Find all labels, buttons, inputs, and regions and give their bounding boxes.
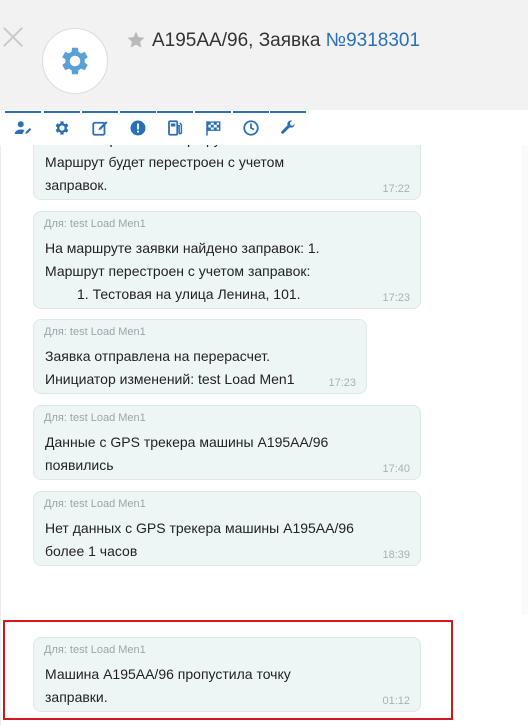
scrollbar[interactable] <box>522 145 528 615</box>
wrench-icon <box>281 120 295 134</box>
tab-edit-overlay[interactable] <box>82 111 118 143</box>
message-author: Для: test Load Men1 <box>44 498 146 510</box>
message-text: Заявка отправлена на перерасчет. Инициат… <box>45 348 295 387</box>
alert-icon <box>130 120 146 136</box>
message-text: Нет данных с GPS трекера машины А195АА/9… <box>45 520 354 559</box>
message-author: Для: test Load Men1 <box>44 326 146 338</box>
message-time: 17:23 <box>328 377 356 389</box>
close-icon[interactable] <box>0 24 26 50</box>
message-time: 17:22 <box>382 183 410 195</box>
tab-user-edit-overlay[interactable] <box>5 111 41 143</box>
tab-settings-overlay[interactable] <box>44 111 80 143</box>
avatar <box>42 28 108 94</box>
clock-icon <box>243 120 259 136</box>
tab-alerts-overlay[interactable] <box>120 111 156 143</box>
list-item: Для: test Load Men1 Заявка отправлена на… <box>33 319 367 394</box>
title-plate: А195АА/96, Заявка <box>152 30 321 51</box>
list-item: Для: test Load Men1 На маршруте заявки н… <box>33 211 421 309</box>
message-text: Данные с GPS трекера машины А195АА/96 по… <box>45 434 329 473</box>
tab-history-overlay[interactable] <box>233 111 269 143</box>
gear-icon <box>62 47 88 75</box>
list-item: Для: test Load Men1 Данные с GPS трекера… <box>33 405 421 480</box>
edit-icon <box>92 121 108 136</box>
star-icon[interactable] <box>126 30 146 50</box>
order-number-link[interactable]: №9318301 <box>326 30 420 51</box>
gear-icon <box>55 121 69 135</box>
toolbar-overlay <box>0 111 528 145</box>
message-author: Для: test Load Men1 <box>44 412 146 424</box>
checkered-flag-icon <box>206 121 221 136</box>
list-item: Для: test Load Men1 Нет данных с GPS тре… <box>33 491 421 566</box>
fuel-pump-icon <box>168 120 183 136</box>
message-time: 17:40 <box>382 463 410 475</box>
message-time: 17:23 <box>382 292 410 304</box>
tab-fuel-overlay[interactable] <box>157 111 193 143</box>
message-author: Для: test Load Men1 <box>44 218 146 230</box>
highlight-frame <box>3 620 453 720</box>
header: А195АА/96, Заявка №9318301 <box>0 0 528 110</box>
user-edit-icon <box>14 121 32 134</box>
message-time: 18:39 <box>382 549 410 561</box>
tab-route-overlay[interactable] <box>195 111 231 143</box>
tab-service-overlay[interactable] <box>270 111 306 143</box>
page-title: А195АА/96, Заявка №9318301 <box>152 30 420 52</box>
message-text: На маршруте заявки найдено заправок: 1. … <box>45 240 320 302</box>
